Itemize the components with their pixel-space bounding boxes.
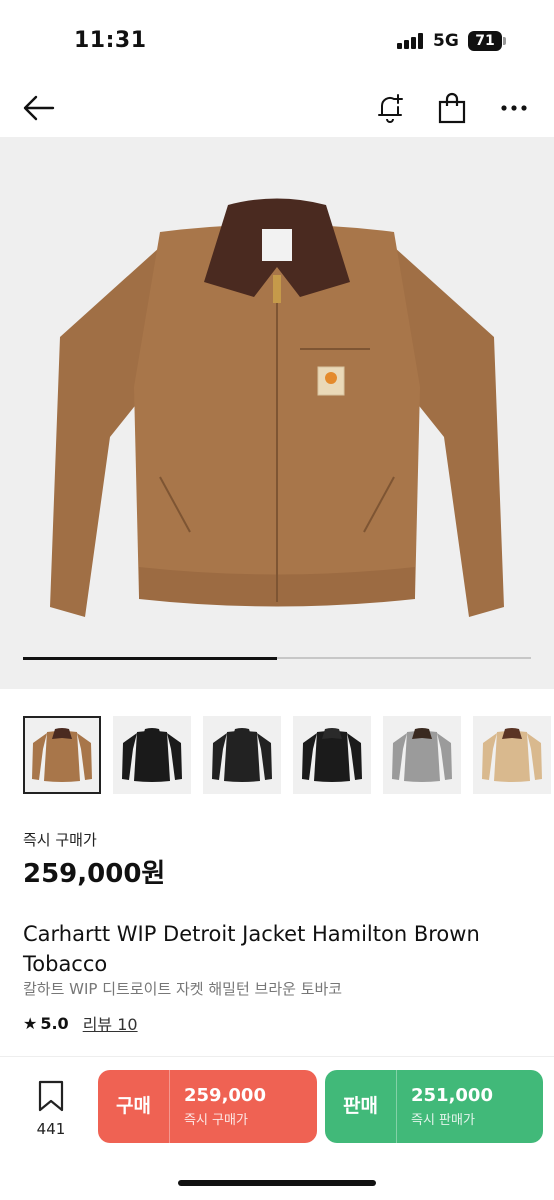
back-arrow-icon[interactable] <box>18 88 58 128</box>
buy-amount: 259,000 <box>184 1085 266 1106</box>
rating-score: 5.0 <box>40 1013 69 1033</box>
color-thumbnail[interactable] <box>473 716 551 794</box>
color-thumbnail[interactable] <box>113 716 191 794</box>
signal-icon <box>397 33 425 49</box>
gallery-progress-track <box>23 656 531 660</box>
nav-bar <box>0 80 554 136</box>
buy-button[interactable]: 구매 259,000 즉시 구매가 <box>98 1070 317 1143</box>
bell-add-icon[interactable] <box>370 88 410 128</box>
rating-row: ★ 5.0 리뷰 10 <box>23 1011 138 1035</box>
instant-price: 259,000원 <box>23 859 166 889</box>
bookmark-icon <box>38 1080 64 1112</box>
battery-icon: 71 <box>468 31 502 51</box>
home-indicator <box>178 1180 376 1186</box>
more-icon[interactable] <box>494 88 534 128</box>
product-image-gallery[interactable] <box>0 137 554 689</box>
network-type: 5G <box>433 31 459 51</box>
color-thumbnail[interactable] <box>203 716 281 794</box>
jacket-image <box>50 198 504 617</box>
color-thumbnail[interactable] <box>293 716 371 794</box>
sell-button[interactable]: 판매 251,000 즉시 판매가 <box>325 1070 543 1143</box>
status-bar: 11:31 5G 71 <box>0 0 554 80</box>
bookmark-button[interactable]: 441 <box>30 1080 72 1138</box>
review-link[interactable]: 리뷰 10 <box>83 1011 138 1035</box>
color-thumbnail[interactable] <box>383 716 461 794</box>
sell-amount: 251,000 <box>411 1085 493 1106</box>
bookmark-count: 441 <box>36 1120 66 1138</box>
gallery-progress-fill <box>23 656 277 660</box>
color-thumbnail[interactable] <box>23 716 101 794</box>
buy-label: 구매 <box>98 1070 170 1143</box>
sell-label: 판매 <box>325 1070 397 1143</box>
sell-sub: 즉시 판매가 <box>411 1113 475 1128</box>
shopping-bag-icon[interactable] <box>432 88 472 128</box>
divider <box>0 1056 554 1057</box>
buy-sub: 즉시 구매가 <box>184 1113 248 1128</box>
color-thumbnail-list <box>23 716 554 796</box>
status-time: 11:31 <box>74 28 147 53</box>
instant-price-label: 즉시 구매가 <box>23 831 97 849</box>
star-icon: ★ <box>23 1013 38 1033</box>
battery-tip <box>503 37 506 45</box>
product-subtitle: 칼하트 WIP 디트로이트 자켓 해밀턴 브라운 토바코 <box>23 980 343 998</box>
product-title: Carhartt WIP Detroit Jacket Hamilton Bro… <box>23 922 480 976</box>
